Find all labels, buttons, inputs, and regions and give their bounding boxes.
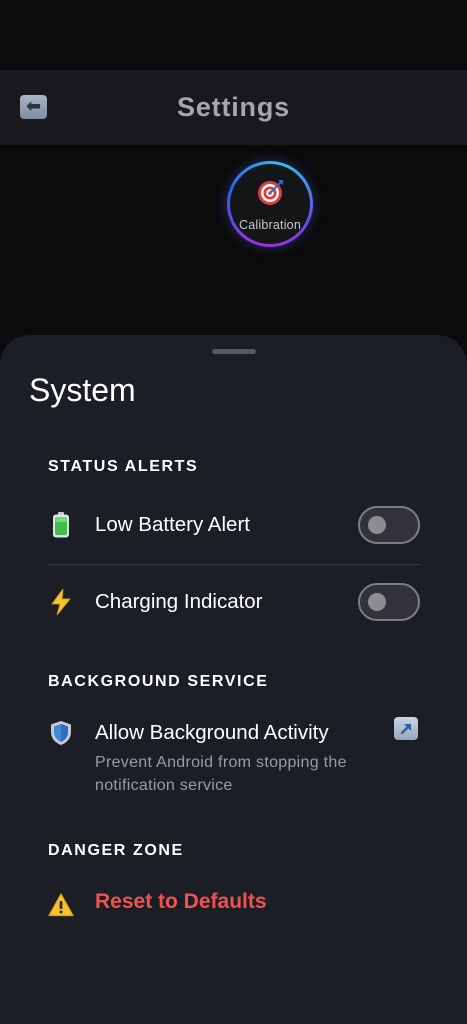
sheet-title: System bbox=[29, 372, 136, 408]
lightning-icon bbox=[48, 589, 74, 615]
external-link-icon[interactable] bbox=[394, 717, 418, 740]
system-bottom-sheet: System STATUS ALERTS Low Battery Alert C… bbox=[0, 335, 467, 1024]
allow-background-activity-description: Prevent Android from stopping the notifi… bbox=[95, 754, 347, 794]
warning-icon bbox=[48, 892, 74, 918]
section-label-danger-zone: DANGER ZONE bbox=[48, 842, 184, 859]
section-label-background-service: BACKGROUND SERVICE bbox=[48, 673, 269, 690]
page-title: Settings bbox=[177, 92, 290, 122]
allow-background-activity-label: Allow Background Activity bbox=[95, 721, 329, 744]
shield-icon bbox=[48, 720, 74, 746]
app-header: ⬅ Settings bbox=[0, 70, 467, 145]
low-battery-alert-label: Low Battery Alert bbox=[95, 513, 250, 536]
reset-to-defaults-button[interactable]: Reset to Defaults bbox=[95, 890, 267, 914]
charging-indicator-toggle[interactable] bbox=[358, 583, 420, 621]
sheet-drag-handle[interactable] bbox=[212, 349, 256, 354]
toggle-knob bbox=[368, 593, 386, 611]
charging-indicator-label: Charging Indicator bbox=[95, 590, 263, 613]
settings-screen: ⬅ Settings Calibration System STATUS ALE… bbox=[0, 0, 467, 1024]
row-divider bbox=[48, 564, 420, 565]
battery-icon bbox=[48, 512, 74, 538]
calibration-button[interactable]: Calibration bbox=[227, 161, 313, 247]
low-battery-alert-toggle[interactable] bbox=[358, 506, 420, 544]
calibration-label: Calibration bbox=[239, 218, 301, 232]
toggle-knob bbox=[368, 516, 386, 534]
section-label-status-alerts: STATUS ALERTS bbox=[48, 458, 199, 475]
target-icon bbox=[258, 180, 283, 205]
